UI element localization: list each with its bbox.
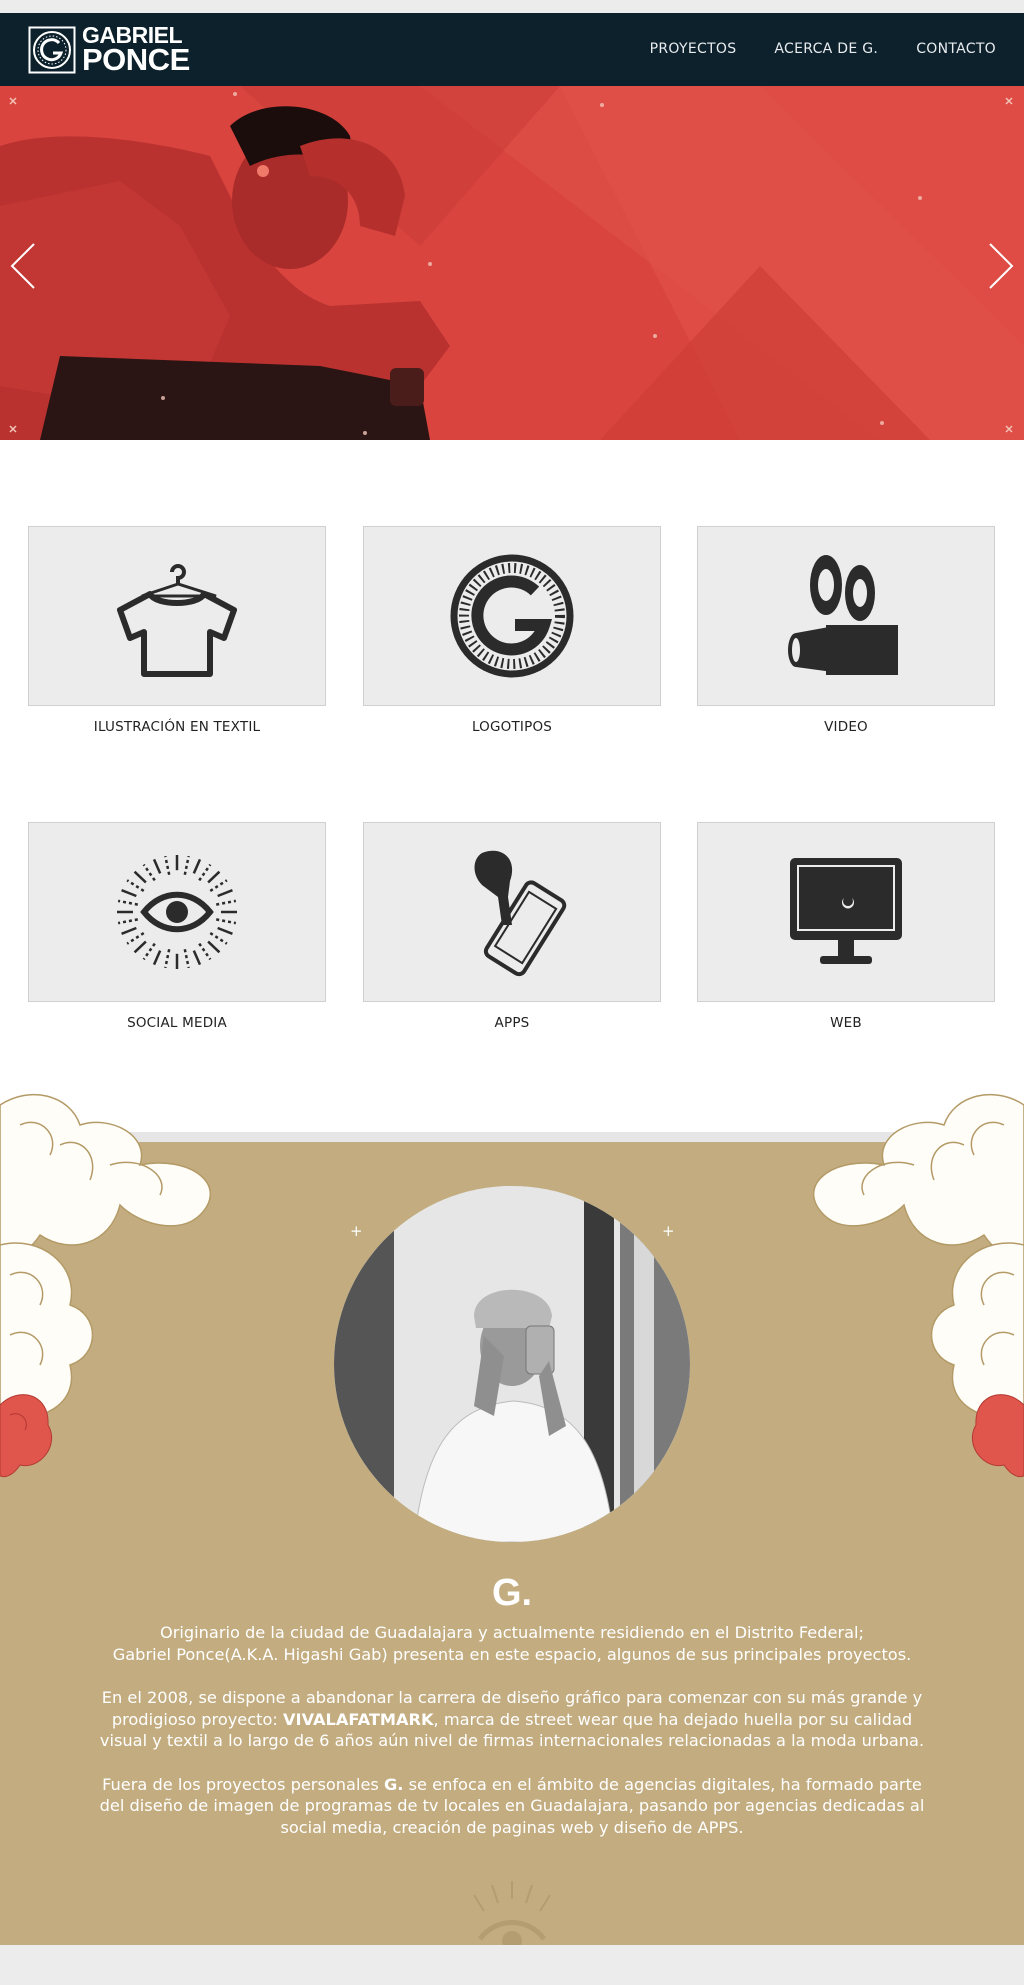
logo-line-2: PONCE <box>82 42 190 78</box>
logo-wordmark: GABRIEL PONCE <box>82 24 190 78</box>
chevron-left-icon[interactable] <box>8 236 38 296</box>
g-inline: G. <box>384 1774 404 1794</box>
about-paragraph-1: Originario de la ciudad de Guadalajara y… <box>90 1622 934 1665</box>
hero-image <box>0 86 1024 440</box>
hero-slider <box>0 86 1024 440</box>
category-card-video[interactable]: VIDEO <box>697 526 995 735</box>
g-logo-icon <box>450 554 574 678</box>
footer-strip <box>0 1945 1024 1985</box>
category-thumb[interactable] <box>697 822 995 1002</box>
monitor-icon <box>790 858 902 964</box>
tshirt-hanger-icon <box>117 563 237 677</box>
category-thumb[interactable] <box>28 822 326 1002</box>
category-card-apps[interactable]: APPS <box>363 822 661 1031</box>
eye-watermark <box>473 1881 551 1945</box>
category-thumb[interactable] <box>28 526 326 706</box>
eye-icon <box>117 855 237 969</box>
about-text: Originario de la ciudad de Guadalajara y… <box>90 1622 934 1860</box>
category-label: ILUSTRACIÓN EN TEXTIL <box>93 719 261 735</box>
category-card-textil[interactable]: ILUSTRACIÓN EN TEXTIL <box>28 526 326 735</box>
category-label: SOCIAL MEDIA <box>127 1015 227 1031</box>
g-mark: G. <box>491 1572 533 1614</box>
rose-illustration-right <box>812 1093 1024 1478</box>
category-label: WEB <box>830 1015 862 1031</box>
about-paragraph-2: En el 2008, se dispone a abandonar la ca… <box>90 1687 934 1752</box>
film-camera-icon <box>788 555 898 675</box>
brand-name: VIVALAFATMARK <box>283 1709 434 1729</box>
category-label: APPS <box>494 1015 530 1031</box>
sparkle-icon: + <box>350 1222 363 1240</box>
category-card-social-media[interactable]: SOCIAL MEDIA <box>28 822 326 1031</box>
about-line-1: Originario de la ciudad de Guadalajara y… <box>159 1623 865 1642</box>
category-label: VIDEO <box>824 719 868 735</box>
category-card-logotipos[interactable]: LOGOTIPOS <box>363 526 661 735</box>
smartphone-tap-icon <box>474 850 567 977</box>
navbar: GABRIEL PONCE PROYECTOS ACERCA DE G. CON… <box>0 13 1024 86</box>
g-logo-icon <box>28 26 76 74</box>
chevron-right-icon[interactable] <box>986 236 1016 296</box>
text: Fuera de los proyectos personales <box>102 1774 385 1794</box>
nav-contacto[interactable]: CONTACTO <box>916 41 996 57</box>
about-line-2: Gabriel Ponce(A.K.A. Higashi Gab) presen… <box>112 1644 912 1664</box>
profile-photo-image <box>334 1186 690 1542</box>
category-card-web[interactable]: WEB <box>697 822 995 1031</box>
category-thumb[interactable] <box>697 526 995 706</box>
main-nav: PROYECTOS ACERCA DE G. CONTACTO <box>650 41 996 57</box>
profile-photo <box>334 1186 690 1542</box>
category-label: LOGOTIPOS <box>471 719 553 735</box>
top-strip <box>0 0 1024 13</box>
page: GABRIEL PONCE PROYECTOS ACERCA DE G. CON… <box>0 0 1024 1985</box>
nav-acerca[interactable]: ACERCA DE G. <box>774 41 878 57</box>
nav-proyectos[interactable]: PROYECTOS <box>650 41 737 57</box>
category-thumb[interactable] <box>363 526 661 706</box>
category-thumb[interactable] <box>363 822 661 1002</box>
rose-illustration-left <box>0 1093 212 1478</box>
sparkle-icon: + <box>662 1222 675 1240</box>
about-paragraph-3: Fuera de los proyectos personales G. se … <box>90 1774 934 1839</box>
site-logo[interactable]: GABRIEL PONCE <box>28 24 190 78</box>
